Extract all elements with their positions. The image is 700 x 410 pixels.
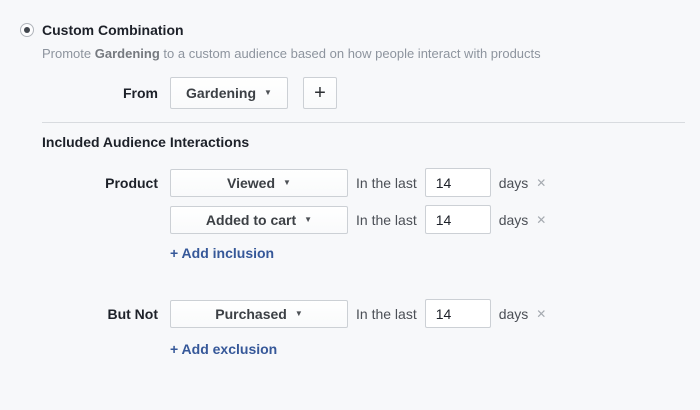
from-label: From — [123, 85, 158, 101]
from-row: From Gardening ▼ + — [0, 77, 700, 109]
in-the-last-label: In the last — [356, 305, 417, 322]
exclusion-row: But Not Purchased ▼ In the last days ✕ — [0, 299, 700, 328]
interaction-dropdown-value: Viewed — [227, 174, 276, 191]
remove-row-icon[interactable]: ✕ — [536, 213, 546, 227]
exclusion-dropdown-purchased[interactable]: Purchased ▼ — [170, 299, 348, 328]
interaction-dropdown-added-to-cart[interactable]: Added to cart ▼ — [170, 205, 348, 234]
inclusion-row: Product Viewed ▼ In the last days ✕ — [0, 168, 700, 197]
from-audience-dropdown[interactable]: Gardening ▼ — [170, 77, 288, 109]
add-exclusion-link[interactable]: + Add exclusion — [170, 341, 277, 357]
option-description: Promote Gardening to a custom audience b… — [42, 46, 700, 61]
custom-combination-panel: Custom Combination Promote Gardening to … — [0, 0, 700, 410]
add-inclusion-link[interactable]: + Add inclusion — [170, 245, 274, 261]
days-label: days — [498, 174, 529, 191]
remove-row-icon[interactable]: ✕ — [536, 176, 546, 190]
remove-row-icon[interactable]: ✕ — [536, 307, 546, 321]
days-input[interactable] — [424, 168, 491, 197]
option-header: Custom Combination — [0, 22, 700, 38]
caret-down-icon: ▼ — [264, 88, 272, 97]
plus-icon: + — [314, 81, 326, 104]
from-audience-dropdown-value: Gardening — [186, 85, 257, 101]
custom-combination-radio[interactable] — [20, 23, 34, 37]
included-interactions-heading: Included Audience Interactions — [42, 134, 250, 150]
interaction-dropdown-viewed[interactable]: Viewed ▼ — [170, 168, 348, 197]
caret-down-icon: ▼ — [283, 177, 291, 187]
days-input[interactable] — [424, 205, 491, 234]
add-audience-button[interactable]: + — [303, 77, 337, 109]
days-label: days — [498, 211, 529, 228]
description-audience-name: Gardening — [94, 46, 160, 61]
caret-down-icon: ▼ — [294, 308, 303, 318]
caret-down-icon: ▼ — [304, 214, 313, 224]
in-the-last-label: In the last — [356, 211, 417, 228]
description-prefix: Promote — [42, 46, 92, 61]
option-title: Custom Combination — [42, 22, 184, 38]
product-label: Product — [105, 174, 158, 191]
in-the-last-label: In the last — [356, 174, 417, 191]
days-input[interactable] — [424, 299, 491, 328]
description-suffix: to a custom audience based on how people… — [163, 46, 541, 61]
radio-selected-dot-icon — [24, 27, 30, 33]
inclusion-row: Added to cart ▼ In the last days ✕ — [0, 205, 700, 234]
days-label: days — [498, 305, 529, 322]
interaction-dropdown-value: Added to cart — [205, 211, 297, 228]
section-divider — [42, 122, 685, 123]
exclusion-dropdown-value: Purchased — [215, 305, 287, 322]
but-not-label: But Not — [107, 305, 158, 322]
